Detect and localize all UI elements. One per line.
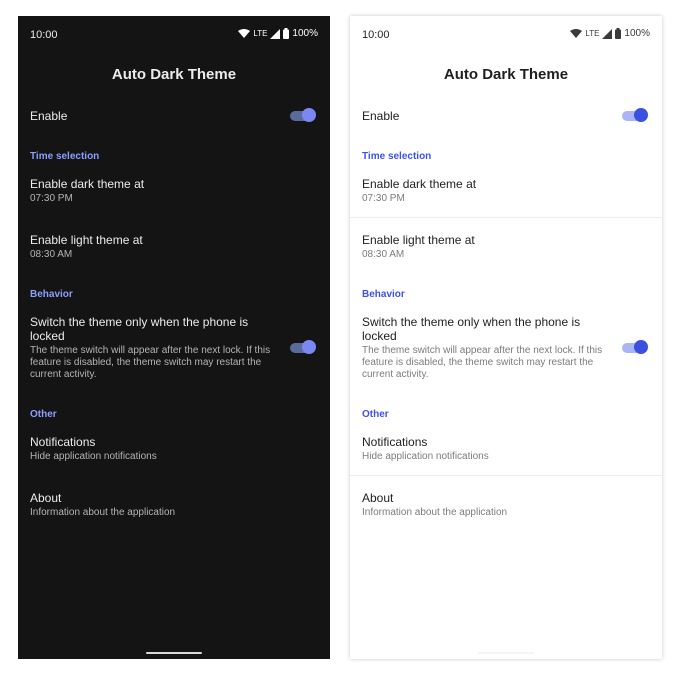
- home-indicator[interactable]: [478, 652, 534, 654]
- light-theme-screen: 10:00 LTE 100% Auto Dark Theme Enable Ti…: [350, 16, 662, 659]
- light-theme-time: 08:30 AM: [362, 249, 405, 260]
- notifications-row[interactable]: Notifications Hide application notificat…: [362, 435, 650, 463]
- status-icons: LTE 100%: [238, 28, 318, 39]
- enable-row[interactable]: Enable: [362, 109, 650, 123]
- wifi-icon: [238, 29, 251, 38]
- light-theme-time-row[interactable]: Enable light theme at 08:30 AM: [362, 233, 650, 261]
- enable-label: Enable: [362, 109, 400, 123]
- signal-icon: [270, 28, 281, 39]
- status-bar: 10:00 LTE 100%: [18, 16, 330, 52]
- page-title: Auto Dark Theme: [443, 66, 569, 83]
- switch-when-locked-row[interactable]: Switch the theme only when the phone is …: [362, 315, 650, 381]
- section-other: Other: [30, 409, 57, 420]
- switch-when-locked-description: The theme switch will appear after the n…: [362, 345, 603, 380]
- status-bar: 10:00 LTE 100%: [350, 16, 662, 52]
- dark-theme-label: Enable dark theme at: [362, 177, 477, 191]
- wifi-icon: [570, 29, 583, 38]
- about-label: About: [30, 491, 62, 505]
- switch-when-locked-thumb: [634, 340, 648, 354]
- section-time-selection: Time selection: [30, 151, 100, 162]
- switch-when-locked-label: Switch the theme only when the phone is …: [30, 315, 249, 343]
- status-icons: LTE 100%: [570, 28, 650, 39]
- notifications-label: Notifications: [362, 435, 428, 449]
- notifications-description: Hide application notifications: [30, 451, 157, 462]
- switch-when-locked-label: Switch the theme only when the phone is …: [362, 315, 581, 343]
- enable-switch-thumb: [302, 108, 316, 122]
- enable-switch-thumb: [634, 108, 648, 122]
- network-type: LTE: [585, 29, 600, 38]
- notifications-description: Hide application notifications: [362, 451, 489, 462]
- section-behavior: Behavior: [30, 289, 73, 300]
- dark-theme-time: 07:30 PM: [30, 193, 73, 204]
- notifications-label: Notifications: [30, 435, 96, 449]
- enable-label: Enable: [30, 109, 68, 123]
- about-row[interactable]: About Information about the application: [362, 491, 650, 519]
- switch-when-locked-switch[interactable]: [290, 340, 316, 354]
- dark-theme-time: 07:30 PM: [362, 193, 405, 204]
- dark-theme-label: Enable dark theme at: [30, 177, 145, 191]
- light-theme-time: 08:30 AM: [30, 249, 73, 260]
- status-time: 10:00: [362, 29, 390, 41]
- switch-when-locked-thumb: [302, 340, 316, 354]
- dark-theme-time-row[interactable]: Enable dark theme at 07:30 PM: [362, 177, 650, 205]
- light-theme-label: Enable light theme at: [30, 233, 143, 247]
- signal-icon: [602, 28, 613, 39]
- dark-theme-screen: 10:00 LTE 100% Auto Dark Theme Enable Ti…: [18, 16, 330, 659]
- about-row[interactable]: About Information about the application: [30, 491, 318, 519]
- switch-when-locked-description: The theme switch will appear after the n…: [30, 345, 271, 380]
- section-behavior: Behavior: [362, 289, 405, 300]
- network-type: LTE: [253, 29, 268, 38]
- section-time-selection: Time selection: [362, 151, 432, 162]
- switch-when-locked-switch[interactable]: [622, 340, 648, 354]
- about-description: Information about the application: [30, 507, 176, 518]
- battery-icon: [615, 28, 622, 39]
- section-other: Other: [362, 409, 389, 420]
- switch-when-locked-row[interactable]: Switch the theme only when the phone is …: [30, 315, 318, 381]
- page-title: Auto Dark Theme: [111, 66, 237, 83]
- enable-row[interactable]: Enable: [30, 109, 318, 123]
- battery-icon: [283, 28, 290, 39]
- battery-level: 100%: [624, 28, 650, 39]
- dark-theme-time-row[interactable]: Enable dark theme at 07:30 PM: [30, 177, 318, 205]
- enable-switch[interactable]: [622, 108, 648, 122]
- divider: [350, 217, 662, 218]
- divider: [350, 475, 662, 476]
- notifications-row[interactable]: Notifications Hide application notificat…: [30, 435, 318, 463]
- light-theme-time-row[interactable]: Enable light theme at 08:30 AM: [30, 233, 318, 261]
- enable-switch[interactable]: [290, 108, 316, 122]
- status-time: 10:00: [30, 29, 58, 41]
- battery-level: 100%: [292, 28, 318, 39]
- home-indicator[interactable]: [146, 652, 202, 654]
- light-theme-label: Enable light theme at: [362, 233, 475, 247]
- about-label: About: [362, 491, 394, 505]
- about-description: Information about the application: [362, 507, 508, 518]
